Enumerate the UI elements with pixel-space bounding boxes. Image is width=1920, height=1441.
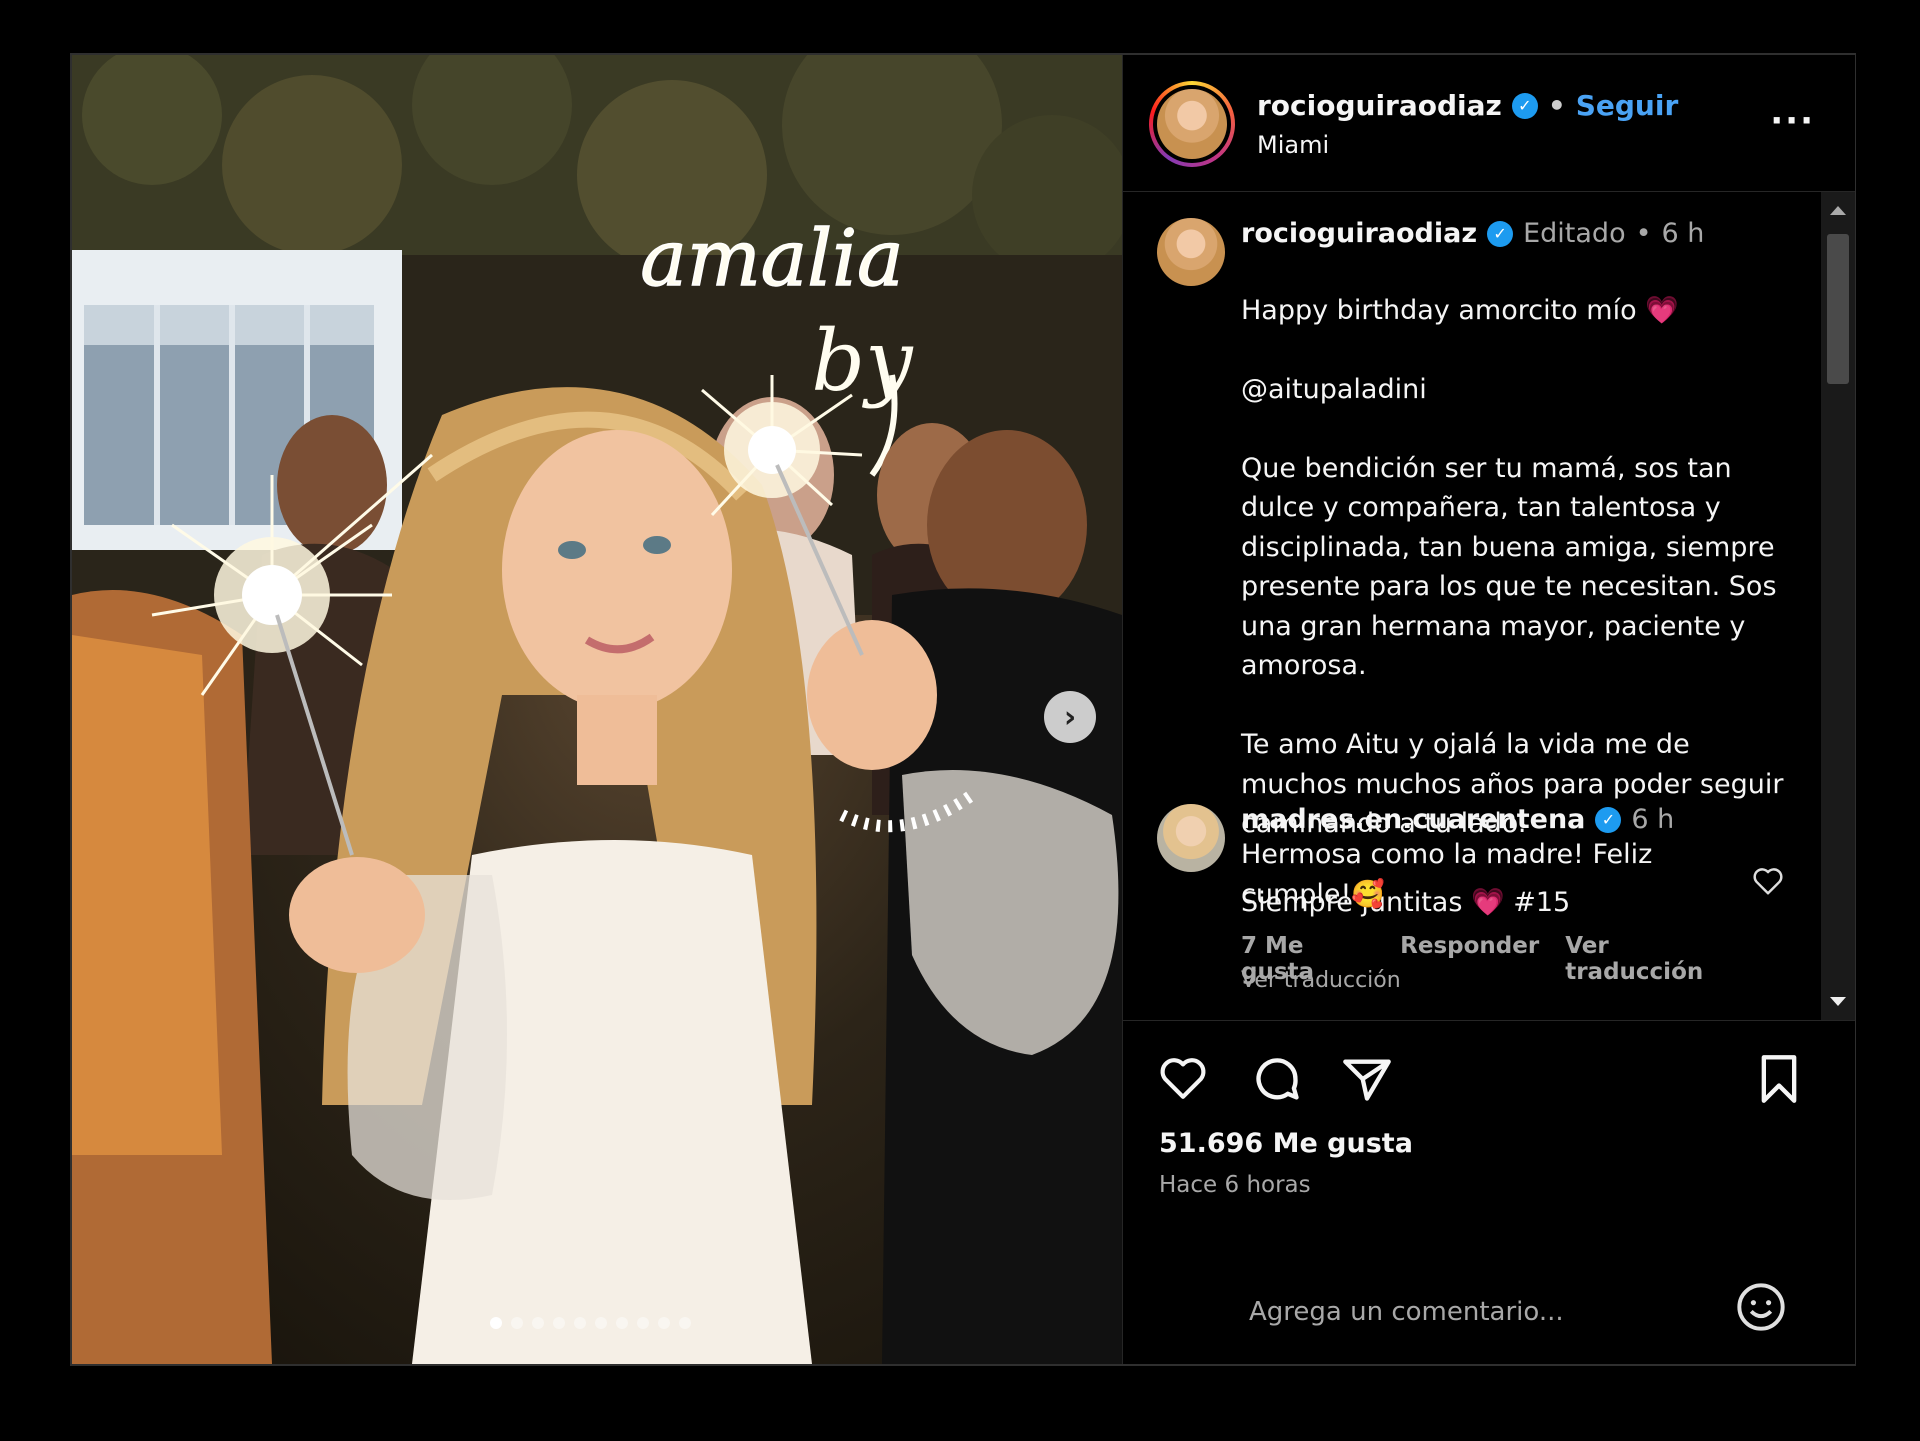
more-options-icon[interactable]: ···	[1770, 101, 1815, 141]
carousel-dot	[490, 1317, 502, 1329]
comment-item: madres.en.cuarentena ✓ 6 h Hermosa como …	[1157, 804, 1807, 1004]
comments-scroll-area[interactable]: rocioguiraodiaz ✓ Editado • 6 h Happy bi…	[1123, 192, 1855, 1021]
pink-heart-emoji-icon: 💗	[1645, 294, 1679, 326]
like-heart-icon[interactable]	[1157, 1055, 1209, 1105]
carousel-dot	[553, 1317, 565, 1329]
author-username[interactable]: rocioguiraodiaz	[1257, 89, 1502, 122]
carousel-dot	[511, 1317, 523, 1329]
scroll-up-arrow-icon[interactable]	[1830, 206, 1846, 215]
scrollbar[interactable]	[1821, 192, 1855, 1020]
separator-dot: •	[1547, 89, 1566, 122]
location-link[interactable]: Miami	[1257, 131, 1329, 159]
post-header: rocioguiraodiaz ✓ • Seguir Miami ···	[1123, 55, 1855, 192]
carousel-indicator	[490, 1317, 691, 1329]
carousel-next-button[interactable]: ›	[1044, 691, 1096, 743]
post-side-panel: rocioguiraodiaz ✓ • Seguir Miami ··· roc…	[1122, 55, 1855, 1364]
post-time-ago[interactable]: Hace 6 horas	[1159, 1172, 1311, 1198]
carousel-dot	[679, 1317, 691, 1329]
mention-link[interactable]: @aitupaladini	[1241, 370, 1801, 410]
edited-label: Editado	[1523, 218, 1626, 249]
avatar[interactable]	[1157, 804, 1225, 872]
bookmark-save-icon[interactable]	[1757, 1053, 1801, 1109]
carousel-dot	[595, 1317, 607, 1329]
share-send-icon[interactable]	[1341, 1055, 1393, 1107]
party-photo-illustration: amalia by	[72, 55, 1122, 1364]
post-photo[interactable]: amalia by ›	[72, 55, 1122, 1364]
follow-button[interactable]: Seguir	[1576, 89, 1679, 122]
comment-time[interactable]: 6 h	[1631, 804, 1674, 835]
smiling-hearts-emoji-icon: 🥰	[1351, 879, 1385, 910]
carousel-dot	[574, 1317, 586, 1329]
comment-username[interactable]: madres.en.cuarentena	[1241, 804, 1585, 835]
likes-count[interactable]: 51.696 Me gusta	[1159, 1128, 1413, 1159]
reply-button[interactable]: Responder	[1400, 933, 1539, 985]
comment-text-body: Hermosa como la madre! Feliz cumple!	[1241, 839, 1653, 910]
verified-badge-icon: ✓	[1487, 220, 1514, 247]
comment-likes-link[interactable]: 7 Me gusta	[1241, 933, 1374, 985]
caption-username[interactable]: rocioguiraodiaz	[1241, 218, 1477, 249]
add-comment-bar	[1123, 1281, 1855, 1364]
verified-badge-icon: ✓	[1511, 92, 1538, 119]
carousel-dot	[637, 1317, 649, 1329]
svg-text:by: by	[811, 312, 914, 410]
heart-outline-icon[interactable]	[1751, 866, 1785, 904]
caption-line-greeting: Happy birthday amorcito mío	[1241, 294, 1637, 326]
caption-time[interactable]: 6 h	[1662, 218, 1705, 249]
scroll-down-arrow-icon[interactable]	[1830, 997, 1846, 1006]
comment-actions: 7 Me gusta Responder Ver traducción	[1241, 933, 1741, 985]
carousel-dot	[616, 1317, 628, 1329]
comment-translation-link[interactable]: Ver traducción	[1565, 933, 1741, 985]
comment-bubble-icon[interactable]	[1251, 1053, 1303, 1109]
comment-text: Hermosa como la madre! Feliz cumple!🥰	[1241, 835, 1741, 915]
carousel-dot	[532, 1317, 544, 1329]
avatar	[1157, 89, 1227, 159]
author-avatar-story-ring[interactable]	[1149, 81, 1235, 167]
verified-badge-icon: ✓	[1595, 806, 1622, 833]
instagram-post: amalia by › rocioguiraodiaz ✓ • Seguir M…	[70, 53, 1856, 1366]
separator-dot: •	[1635, 218, 1652, 249]
emoji-smiley-icon[interactable]	[1735, 1281, 1787, 1337]
avatar[interactable]	[1157, 218, 1225, 286]
neon-sign-text: amalia	[640, 214, 903, 304]
add-comment-input[interactable]	[1247, 1281, 1711, 1343]
carousel-dot	[658, 1317, 670, 1329]
scroll-thumb[interactable]	[1827, 234, 1849, 384]
caption-paragraph-1: Que bendición ser tu mamá, sos tan dulce…	[1241, 452, 1777, 682]
author-line: rocioguiraodiaz ✓ • Seguir	[1257, 89, 1678, 122]
